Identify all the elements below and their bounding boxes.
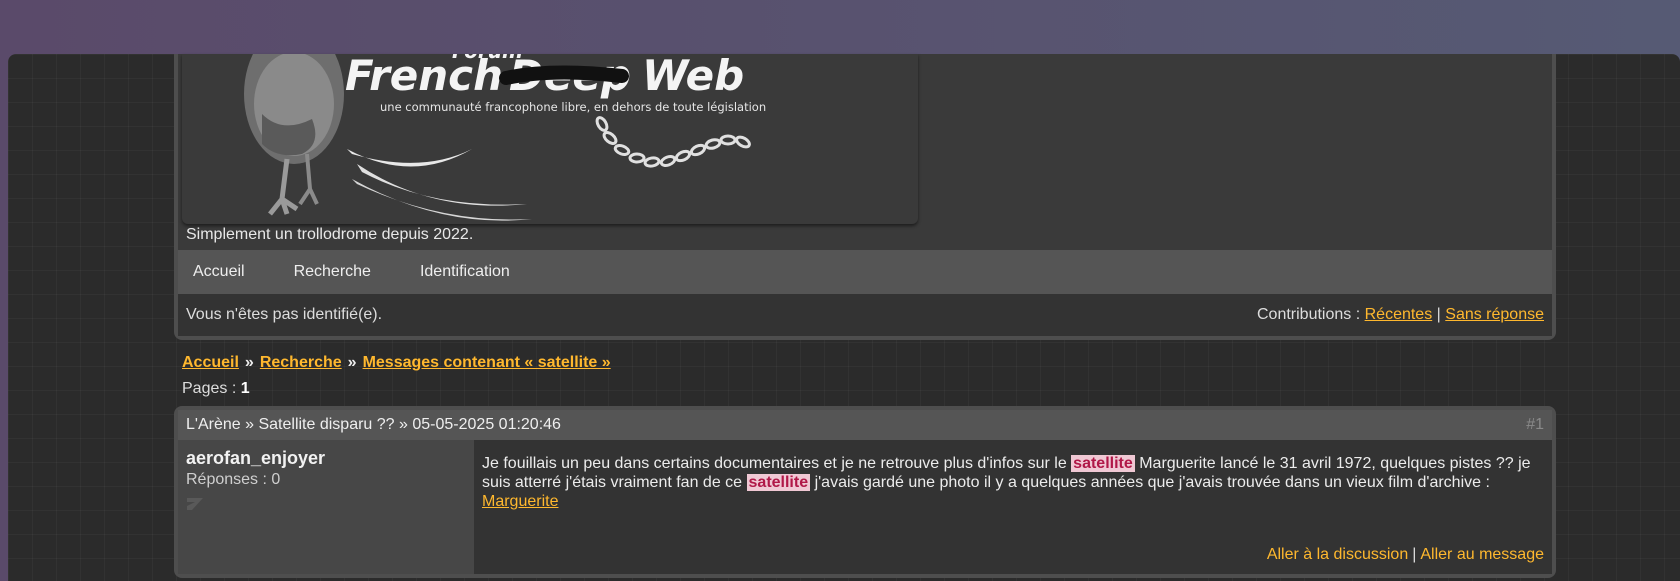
current-page: 1 (240, 380, 250, 397)
post-location-separator: » (399, 416, 408, 433)
breadcrumb: Accueil » Recherche » Messages contenant « s… (182, 354, 611, 372)
post-content: Je fouillais un peu dans certains docume… (474, 440, 1552, 574)
post-text: j'avais gardé une photo il y a quelques … (814, 474, 1490, 491)
forum-link[interactable]: L'Arène (186, 416, 241, 433)
goto-topic-link[interactable]: Aller à la discussion (1267, 546, 1408, 563)
svg-text:French: French (345, 54, 503, 100)
user-rank-icon (187, 498, 203, 510)
banner: Forum French Deep Web une communauté fra… (178, 54, 1552, 250)
header: Forum French Deep Web une communauté fra… (174, 54, 1556, 340)
post-author: aerofan_enjoyer (186, 448, 326, 468)
main-navigation: Accueil Recherche Identification (178, 250, 1552, 294)
svg-text:Web: Web (642, 54, 744, 100)
nav-search-link[interactable]: Recherche (294, 261, 371, 283)
svg-text:une communauté francophone lib: une communauté francophone libre, en deh… (380, 100, 766, 114)
nav-login-link[interactable]: Identification (420, 261, 510, 283)
post-inline-link[interactable]: Marguerite (482, 493, 558, 510)
post-location: L'Arène » Satellite disparu ?? » 05-05-2… (186, 416, 561, 434)
breadcrumb-query-link[interactable]: Messages contenant « satellite » (363, 354, 611, 371)
contributions-links: Contributions : Récentes | Sans réponse (1257, 306, 1544, 324)
contributions-label: Contributions : (1256, 306, 1361, 323)
post-header: L'Arène » Satellite disparu ?? » 05-05-2… (178, 410, 1552, 440)
breadcrumb-separator: » (347, 354, 357, 371)
unanswered-posts-link[interactable]: Sans réponse (1445, 306, 1544, 323)
search-highlight: satellite (746, 474, 811, 491)
recent-posts-link[interactable]: Récentes (1365, 306, 1433, 323)
forum-logo[interactable]: Forum French Deep Web une communauté fra… (182, 54, 918, 224)
breadcrumb-separator: » (244, 354, 254, 371)
post-actions: Aller à la discussion | Aller au message (1267, 545, 1544, 564)
post-date-link[interactable]: 05-05-2025 01:20:46 (412, 416, 561, 433)
login-status-text: Vous n'êtes pas identifié(e). (186, 306, 383, 323)
user-status-bar: Vous n'êtes pas identifié(e). Contributi… (178, 294, 1552, 336)
post-replies-count: Réponses : 0 (186, 471, 281, 488)
post-body: aerofan_enjoyer Réponses : 0 Je fouillai… (178, 440, 1552, 574)
pagination-label: Pages : (182, 380, 237, 397)
search-result-post: L'Arène » Satellite disparu ?? » 05-05-2… (174, 406, 1556, 578)
post-location-separator: » (245, 416, 255, 433)
post-actions-separator: | (1412, 546, 1417, 563)
goto-post-link[interactable]: Aller au message (1420, 546, 1544, 563)
chicken-logo-icon: Forum French Deep Web une communauté fra… (244, 54, 766, 221)
nav-home-link[interactable]: Accueil (193, 261, 245, 283)
contributions-separator: | (1436, 306, 1441, 323)
forum-description: Simplement un trollodrome depuis 2022. (186, 226, 474, 243)
topic-link[interactable]: Satellite disparu ?? (258, 416, 394, 433)
post-author-panel: aerofan_enjoyer Réponses : 0 (178, 440, 474, 574)
pagination: Pages : 1 (182, 380, 250, 398)
post-number: #1 (1526, 416, 1544, 433)
breadcrumb-search-link[interactable]: Recherche (260, 354, 342, 371)
breadcrumb-home-link[interactable]: Accueil (182, 354, 239, 371)
post-text: Je fouillais un peu dans certains docume… (482, 455, 1067, 472)
search-highlight: satellite (1071, 455, 1135, 472)
